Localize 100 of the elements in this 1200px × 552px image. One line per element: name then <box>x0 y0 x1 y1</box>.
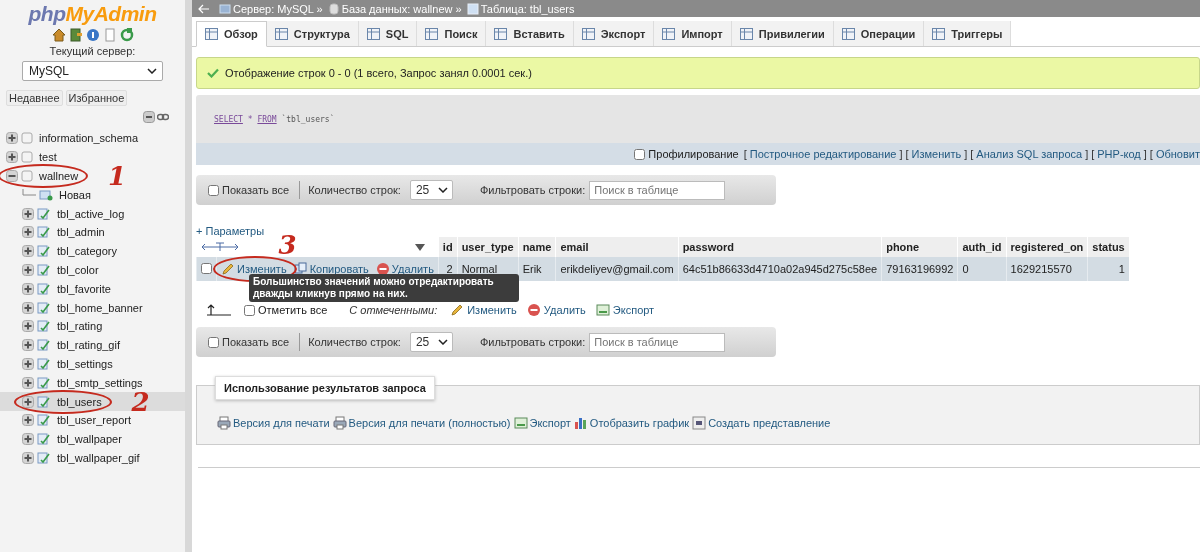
row-checkbox[interactable] <box>201 262 212 274</box>
tab[interactable]: Триггеры <box>924 21 1012 46</box>
bulk-action-button[interactable]: Изменить <box>445 303 522 317</box>
table-icon <box>37 301 51 314</box>
column-header[interactable]: phone <box>881 237 958 257</box>
server-select[interactable]: MySQL <box>22 61 163 81</box>
collapse-icon[interactable] <box>6 170 18 182</box>
expand-icon[interactable] <box>22 282 34 295</box>
tab[interactable]: Операции <box>833 21 925 46</box>
nav-button[interactable]: Недавнее <box>6 90 63 106</box>
expand-icon[interactable] <box>22 414 34 427</box>
tab[interactable]: SQL <box>358 21 418 46</box>
table-link[interactable]: tbl_home_banner <box>57 301 143 314</box>
column-header[interactable]: user_type <box>457 237 519 257</box>
column-header[interactable]: password <box>678 237 882 257</box>
table-cell: 1 <box>1087 257 1129 281</box>
query-tool-link[interactable]: Построчное редактирование <box>749 148 897 160</box>
chevron-down-icon <box>147 68 157 74</box>
tab[interactable]: Привилегии <box>731 21 834 46</box>
grid-icon <box>494 27 508 40</box>
table-link[interactable]: tbl_settings <box>57 357 113 370</box>
query-tool-link[interactable]: PHP-код <box>1097 148 1141 160</box>
bulk-action-button[interactable]: Удалить <box>521 303 591 317</box>
expand-icon[interactable] <box>22 263 34 276</box>
query-result-link[interactable]: Создать представление <box>692 416 831 430</box>
check-all-checkbox[interactable] <box>244 304 255 316</box>
bulk-action-button[interactable]: Экспорт <box>590 303 660 317</box>
grid-icon <box>366 27 380 40</box>
back-arrow-icon <box>198 3 210 14</box>
row-action-link[interactable]: Изменить <box>221 262 287 276</box>
query-result-link[interactable]: Версия для печати <box>217 416 330 430</box>
expand-icon[interactable] <box>22 245 34 258</box>
tab[interactable]: Структура <box>266 21 359 46</box>
nav-button[interactable]: Избранное <box>65 90 128 106</box>
table-link[interactable]: tbl_admin <box>57 226 105 239</box>
query-tool-link[interactable]: Обновит <box>1155 148 1200 160</box>
expand-icon[interactable] <box>22 451 34 464</box>
table-link[interactable]: tbl_rating_gif <box>57 339 120 352</box>
table-link[interactable]: tbl_wallpaper <box>57 433 122 446</box>
expand-icon[interactable] <box>22 320 34 333</box>
query-tool-link[interactable]: Анализ SQL запроса <box>976 148 1083 160</box>
filter-field[interactable]: Поиск в таблице <box>589 180 726 200</box>
row-action-link[interactable]: Копировать <box>293 262 369 276</box>
expand-icon[interactable] <box>22 226 34 239</box>
tab[interactable]: Экспорт <box>573 21 655 46</box>
database-link[interactable]: wallnew <box>39 170 79 182</box>
tab[interactable]: Импорт <box>654 21 732 46</box>
table-icon <box>37 357 51 370</box>
column-header[interactable]: id <box>438 237 458 257</box>
table-icon <box>37 395 51 408</box>
rows-select[interactable]: 25 <box>409 332 453 352</box>
expand-icon[interactable] <box>22 301 34 314</box>
expand-icon[interactable] <box>22 357 34 370</box>
column-header[interactable]: status <box>1087 237 1129 257</box>
show-all-checkbox[interactable] <box>208 336 219 348</box>
expand-icon[interactable] <box>22 433 34 446</box>
table-link[interactable]: Новая <box>59 188 91 201</box>
table-link[interactable]: tbl_color <box>57 263 99 276</box>
table-link[interactable]: tbl_wallpaper_gif <box>57 451 140 464</box>
grid-icon <box>425 27 439 40</box>
column-header[interactable]: registered_on <box>1006 237 1088 257</box>
expand-icon[interactable] <box>22 395 34 408</box>
table-link[interactable]: tbl_users <box>57 395 102 408</box>
row-action-link[interactable]: Удалить <box>375 262 434 276</box>
show-all-checkbox[interactable] <box>208 184 219 196</box>
expand-icon[interactable] <box>6 132 18 145</box>
bracket-text: ] <box>1085 148 1089 160</box>
expand-icon[interactable] <box>22 376 34 389</box>
tab[interactable]: Вставить <box>486 21 574 46</box>
expand-icon[interactable] <box>6 151 18 164</box>
expand-icon[interactable] <box>22 207 34 220</box>
table-icon <box>37 433 51 446</box>
table-link[interactable]: tbl_favorite <box>57 282 111 295</box>
query-result-link[interactable]: Версия для печати (полностью) <box>332 416 511 430</box>
tab[interactable]: Поиск <box>417 21 487 46</box>
database-link[interactable]: test <box>39 151 57 164</box>
query-tool-link[interactable]: Изменить <box>911 148 962 160</box>
table-link[interactable]: tbl_smtp_settings <box>57 376 143 389</box>
table-link[interactable]: tbl_user_report <box>57 414 131 427</box>
new-table-icon <box>39 188 53 201</box>
column-header[interactable]: auth_id <box>957 237 1007 257</box>
column-header[interactable]: name <box>518 237 556 257</box>
profiling-checkbox[interactable] <box>634 148 646 160</box>
expand-icon[interactable] <box>22 339 34 352</box>
annotation-number: 3 <box>278 232 297 258</box>
check-all-label: Отметить все <box>258 304 328 316</box>
table-link[interactable]: tbl_category <box>57 245 117 258</box>
app-logo[interactable]: phpMyAdmin <box>28 2 157 26</box>
tab[interactable]: Обзор <box>196 21 267 47</box>
query-result-link[interactable]: Экспорт <box>513 416 571 430</box>
table-link[interactable]: tbl_active_log <box>57 207 125 220</box>
table-icon <box>37 451 51 464</box>
document-icon <box>102 28 117 42</box>
database-link[interactable]: information_schema <box>39 132 139 145</box>
table-link[interactable]: tbl_rating <box>57 320 103 333</box>
column-header[interactable]: email <box>555 237 679 257</box>
rows-select[interactable]: 25 <box>409 180 453 200</box>
options-link[interactable]: + Параметры <box>196 225 265 237</box>
filter-field[interactable]: Поиск в таблице <box>589 332 726 352</box>
query-result-link[interactable]: Отобразить график <box>573 416 690 430</box>
